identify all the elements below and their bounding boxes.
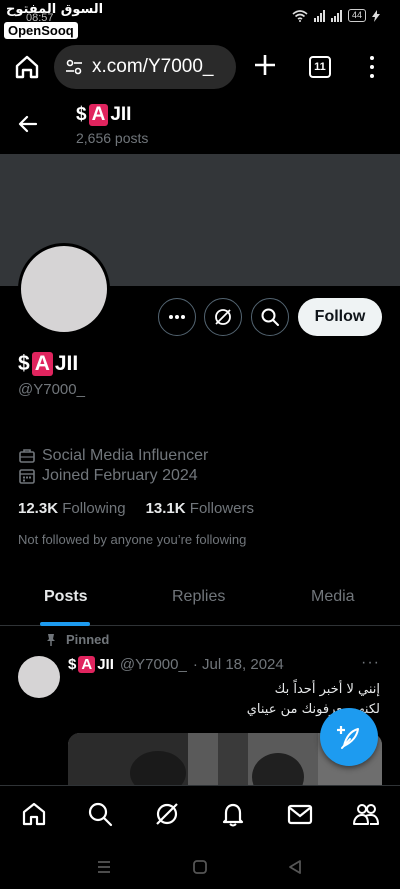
watermark-logo: OpenSooq [4, 22, 78, 39]
search-icon [88, 802, 113, 827]
new-tab-button[interactable] [250, 52, 280, 82]
briefcase-icon [19, 449, 35, 463]
more-horizontal-icon [169, 315, 185, 319]
post-name-prefix: $ [68, 656, 77, 673]
battery-icon: 44 [347, 9, 366, 22]
display-name-suffix: JII [54, 352, 79, 375]
triangle-back-icon [289, 860, 301, 874]
posts-count: 2,656 posts [76, 130, 149, 146]
nav-communities[interactable] [352, 800, 380, 828]
pinned-label: Pinned [44, 632, 109, 647]
post-handle: @Y7000_ [119, 656, 187, 673]
nav-messages[interactable] [286, 800, 314, 828]
profile-tabs: Posts Replies Media [0, 574, 400, 626]
system-home-button[interactable] [190, 857, 210, 877]
post-text-line-1: إنني لا أخبر أحداً بك [274, 682, 380, 697]
tab-posts[interactable]: Posts [44, 588, 88, 606]
calendar-icon [19, 469, 35, 484]
home-icon [22, 802, 46, 826]
pin-icon [47, 633, 55, 646]
following-label: Following [62, 500, 126, 517]
profile-header: $ A JII 2,656 posts [0, 100, 400, 152]
watermark-arabic: السوق المفتوح [6, 2, 104, 17]
square-icon [193, 860, 207, 874]
followers-label: Followers [189, 500, 254, 517]
profile-joined: Joined February 2024 [18, 467, 198, 485]
nav-grok[interactable] [153, 800, 181, 828]
nav-home[interactable] [20, 800, 48, 828]
active-tab-indicator [40, 622, 90, 626]
joined-text: Joined February 2024 [42, 467, 198, 484]
followers-count: 13.1K [145, 500, 186, 517]
tab-media[interactable]: Media [311, 588, 355, 606]
back-button[interactable] [16, 112, 40, 136]
system-navigation [0, 845, 400, 889]
profile-handle: @Y7000_ [18, 381, 85, 398]
post-header: $ A JII @Y7000_ · Jul 18, 2024 [68, 656, 284, 673]
bottom-navigation [0, 785, 400, 843]
status-icons: 44 [292, 9, 380, 22]
site-settings-icon[interactable] [64, 57, 84, 77]
bolt-icon [372, 9, 380, 22]
status-bar: السوق المفتوح 08:57 OpenSooq 44 [0, 0, 400, 40]
feather-plus-icon [337, 726, 359, 749]
post-author-name[interactable]: $ A JII [68, 656, 114, 673]
profile-actions: Follow [0, 298, 400, 336]
home-button[interactable] [12, 52, 42, 82]
post-name-badge: A [78, 656, 96, 673]
grok-icon [215, 309, 231, 325]
following-count: 12.3K [18, 500, 59, 517]
post-more-button[interactable]: ··· [361, 654, 380, 672]
post-date[interactable]: · Jul 18, 2024 [193, 656, 284, 673]
compose-post-button[interactable] [320, 708, 378, 766]
profile-display-name: $ A JII [18, 352, 78, 376]
pinned-text: Pinned [66, 632, 110, 647]
post-avatar[interactable] [18, 656, 60, 698]
more-options-button[interactable] [158, 298, 196, 336]
tab-switcher-button[interactable]: 11 [309, 56, 331, 78]
url-text: x.com/Y7000_ [92, 56, 214, 77]
home-icon [15, 55, 39, 79]
follow-stats: 12.3K Following 13.1K Followers [18, 500, 254, 517]
arrow-left-icon [18, 115, 38, 133]
post-name-suffix: JII [97, 656, 114, 673]
mail-icon [287, 804, 313, 825]
signal-icon [313, 9, 325, 22]
followers-link[interactable]: 13.1K Followers [146, 500, 254, 517]
browser-menu-button[interactable] [362, 54, 382, 80]
wifi-icon [292, 9, 308, 22]
category-text: Social Media Influencer [42, 447, 209, 464]
menu-lines-icon [98, 861, 110, 873]
following-link[interactable]: 12.3K Following [18, 500, 126, 517]
browser-toolbar: x.com/Y7000_ 11 [0, 44, 400, 90]
recent-apps-button[interactable] [94, 857, 114, 877]
name-prefix: $ [76, 104, 87, 125]
bell-icon [222, 803, 244, 827]
grok-button[interactable] [204, 298, 242, 336]
people-icon [353, 804, 379, 825]
grok-icon [156, 803, 178, 825]
profile-category: Social Media Influencer [18, 447, 208, 465]
url-bar[interactable]: x.com/Y7000_ [54, 45, 236, 89]
follow-button[interactable]: Follow [298, 298, 382, 336]
header-display-name: $ A JII [76, 104, 131, 126]
display-name-prefix: $ [18, 352, 30, 375]
search-icon [261, 308, 279, 326]
plus-icon [255, 55, 275, 75]
display-name-badge: A [31, 352, 53, 376]
name-suffix: JII [110, 104, 132, 125]
not-followed-note: Not followed by anyone you’re following [18, 532, 247, 547]
nav-explore[interactable] [86, 800, 114, 828]
tab-replies[interactable]: Replies [172, 588, 225, 606]
search-profile-button[interactable] [251, 298, 289, 336]
signal-icon-2 [330, 9, 342, 22]
system-back-button[interactable] [285, 857, 305, 877]
nav-notifications[interactable] [219, 800, 247, 828]
name-badge: A [88, 104, 109, 126]
